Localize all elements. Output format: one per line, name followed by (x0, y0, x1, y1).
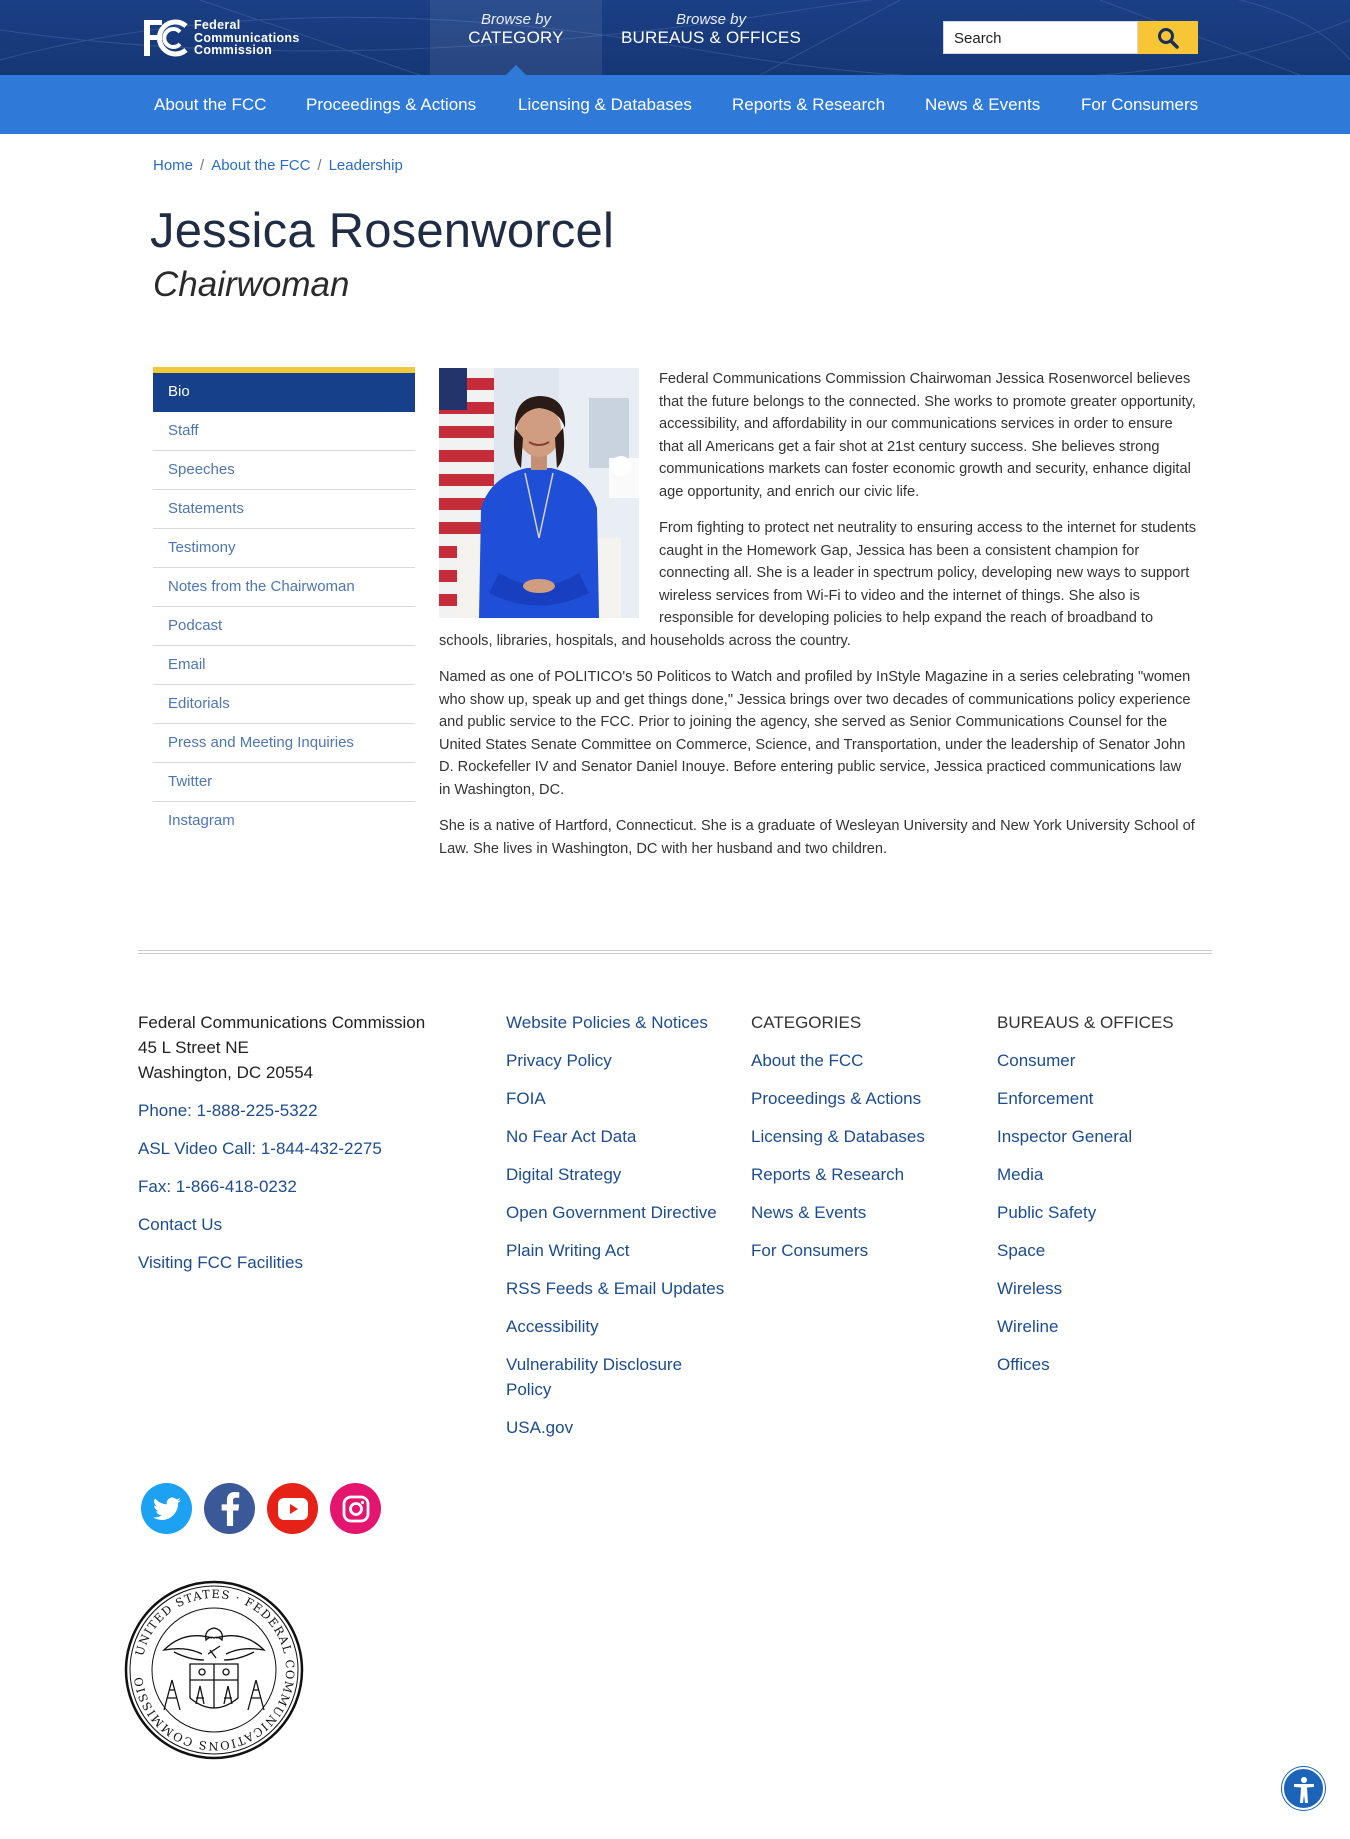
footer-categories-heading: CATEGORIES (751, 1013, 862, 1032)
instagram-icon (342, 1495, 369, 1522)
sidenav-item-notes[interactable]: Notes from the Chairwoman (153, 568, 415, 607)
fcc-seal-icon: UNITED STATES · FEDERAL COMMUNICATIONS C… (124, 1580, 304, 1760)
footer-categories-column: CATEGORIES About the FCC Proceedings & A… (751, 1010, 971, 1276)
sidenav-item-speeches[interactable]: Speeches (153, 451, 415, 490)
footer-bureau-link[interactable]: Wireline (997, 1314, 1217, 1339)
footer-policy-link[interactable]: USA.gov (506, 1415, 726, 1440)
youtube-link[interactable] (267, 1483, 318, 1534)
browse-prefix: Browse by (675, 11, 747, 28)
footer-category-link[interactable]: Reports & Research (751, 1162, 971, 1187)
footer-bureaus-column: BUREAUS & OFFICES Consumer Enforcement I… (997, 1010, 1217, 1390)
logo-line: Commission (194, 43, 273, 58)
nav-item-proceedings[interactable]: Proceedings & Actions (306, 75, 476, 134)
accessibility-button[interactable] (1282, 1767, 1325, 1810)
browse-by-category-tab[interactable]: Browse by CATEGORY (430, 0, 602, 75)
nav-item-licensing[interactable]: Licensing & Databases (518, 75, 692, 134)
footer-policy-link[interactable]: No Fear Act Data (506, 1124, 726, 1149)
footer-policy-link[interactable]: RSS Feeds & Email Updates (506, 1276, 726, 1301)
footer-divider (138, 950, 1212, 954)
sidenav-item-editorials[interactable]: Editorials (153, 685, 415, 724)
footer-policy-link[interactable]: Plain Writing Act (506, 1238, 726, 1263)
footer-bureau-link[interactable]: Public Safety (997, 1200, 1217, 1225)
footer-policy-link[interactable]: Accessibility (506, 1314, 726, 1339)
sidenav-item-twitter[interactable]: Twitter (153, 763, 415, 802)
sidenav-item-email[interactable]: Email (153, 646, 415, 685)
site-header: Federal Communications Commission Browse… (0, 0, 1350, 75)
browse-label: BUREAUS & OFFICES (620, 28, 802, 47)
footer-bureau-link[interactable]: Offices (997, 1352, 1217, 1377)
footer-contact-column: Federal Communications Commission 45 L S… (138, 1010, 478, 1288)
leadership-sidenav: Bio Staff Speeches Statements Testimony … (153, 367, 415, 841)
footer-policy-link[interactable]: Vulnerability Disclosure Policy (506, 1352, 726, 1402)
nav-item-consumers[interactable]: For Consumers (1081, 75, 1198, 134)
footer-bureau-link[interactable]: Space (997, 1238, 1217, 1263)
nav-item-reports[interactable]: Reports & Research (732, 75, 885, 134)
footer-visiting-link[interactable]: Visiting FCC Facilities (138, 1250, 478, 1275)
breadcrumb-about[interactable]: About the FCC (211, 157, 310, 174)
bio-paragraph: She is a native of Hartford, Connecticut… (439, 818, 1195, 857)
footer-policy-link[interactable]: FOIA (506, 1086, 726, 1111)
footer-bureau-link[interactable]: Wireless (997, 1276, 1217, 1301)
youtube-icon (277, 1497, 308, 1520)
accessibility-icon (1293, 1776, 1314, 1803)
sidenav-item-statements[interactable]: Statements (153, 490, 415, 529)
footer-policy-link[interactable]: Website Policies & Notices (506, 1010, 726, 1035)
bio-text: Federal Communications Commission Chairw… (439, 368, 1196, 874)
footer-phone-link[interactable]: Phone: 1-888-225-5322 (138, 1098, 478, 1123)
footer-asl-link[interactable]: ASL Video Call: 1-844-432-2275 (138, 1136, 478, 1161)
address-line: Federal Communications Commission (138, 1013, 426, 1032)
facebook-link[interactable] (204, 1483, 255, 1534)
main-nav: About the FCC Proceedings & Actions Lice… (0, 75, 1350, 134)
footer-category-link[interactable]: For Consumers (751, 1238, 971, 1263)
fcc-logo[interactable]: Federal Communications Commission (142, 18, 300, 58)
footer-bureau-link[interactable]: Media (997, 1162, 1217, 1187)
footer-bureau-link[interactable]: Enforcement (997, 1086, 1217, 1111)
twitter-link[interactable] (141, 1483, 192, 1534)
logo-line: Federal (194, 18, 241, 33)
search-input[interactable]: Search (943, 21, 1138, 54)
twitter-icon (152, 1496, 181, 1520)
fcc-logo-text: Federal Communications Commission (194, 19, 300, 57)
search-icon (1158, 27, 1179, 49)
footer-category-link[interactable]: Licensing & Databases (751, 1124, 971, 1149)
bio-paragraph: Named as one of POLITICO's 50 Politicos … (439, 669, 1191, 798)
sidenav-item-press[interactable]: Press and Meeting Inquiries (153, 724, 415, 763)
footer-policy-link[interactable]: Open Government Directive (506, 1200, 726, 1225)
sidenav-item-instagram[interactable]: Instagram (153, 802, 415, 841)
portrait-spacer (439, 368, 659, 618)
footer-bureau-link[interactable]: Inspector General (997, 1124, 1217, 1149)
footer-address: Federal Communications Commission 45 L S… (138, 1010, 478, 1085)
browse-by-bureaus-tab[interactable]: Browse by BUREAUS & OFFICES (602, 0, 820, 75)
browse-label: CATEGORY (468, 28, 564, 47)
breadcrumb: Home / About the FCC / Leadership (153, 157, 403, 174)
search-button[interactable] (1138, 21, 1198, 54)
footer-category-link[interactable]: Proceedings & Actions (751, 1086, 971, 1111)
breadcrumb-home[interactable]: Home (153, 157, 193, 174)
footer-contact-us-link[interactable]: Contact Us (138, 1212, 478, 1237)
footer-category-link[interactable]: News & Events (751, 1200, 971, 1225)
page-title: Jessica Rosenworcel (150, 204, 615, 258)
footer-policy-link[interactable]: Privacy Policy (506, 1048, 726, 1073)
footer-fax-link[interactable]: Fax: 1-866-418-0232 (138, 1174, 478, 1199)
page-subtitle: Chairwoman (153, 265, 350, 304)
sidenav-item-testimony[interactable]: Testimony (153, 529, 415, 568)
footer-bureaus-heading: BUREAUS & OFFICES (997, 1013, 1174, 1032)
nav-item-about[interactable]: About the FCC (154, 75, 266, 134)
fcc-logo-mark (144, 19, 188, 57)
nav-item-news[interactable]: News & Events (925, 75, 1040, 134)
address-line: 45 L Street NE (138, 1038, 249, 1057)
sidenav-item-staff[interactable]: Staff (153, 412, 415, 451)
instagram-link[interactable] (330, 1483, 381, 1534)
breadcrumb-leadership[interactable]: Leadership (329, 157, 403, 174)
facebook-icon (221, 1491, 239, 1526)
browse-prefix: Browse by (480, 11, 552, 28)
sidenav-item-podcast[interactable]: Podcast (153, 607, 415, 646)
footer-policy-column: Website Policies & Notices Privacy Polic… (506, 1010, 726, 1453)
footer-category-link[interactable]: About the FCC (751, 1048, 971, 1073)
footer-policy-link[interactable]: Digital Strategy (506, 1162, 726, 1187)
footer-bureau-link[interactable]: Consumer (997, 1048, 1217, 1073)
sidenav-item-bio[interactable]: Bio (153, 373, 415, 412)
address-line: Washington, DC 20554 (138, 1063, 314, 1082)
